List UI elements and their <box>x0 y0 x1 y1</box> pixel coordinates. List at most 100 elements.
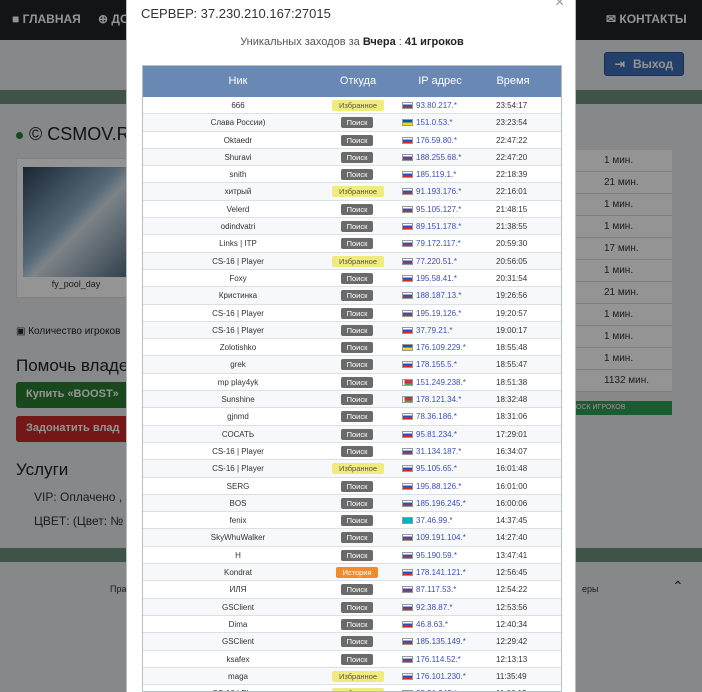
ip-text: 87.117.53.* <box>416 585 457 595</box>
country-flag-icon <box>402 465 413 473</box>
visit-time: 14:27:40 <box>496 533 528 543</box>
table-row[interactable]: gjnmd Поиск 78.36.186.* 18:31:06 <box>143 408 561 426</box>
ip-text: 77.220.51.* <box>416 256 457 266</box>
table-row[interactable]: 666 Избранное 93.80.217.* 23:54:17 <box>143 97 561 115</box>
source-badge: Поиск <box>341 272 373 284</box>
table-row[interactable]: Oktaedr Поиск 176.59.80.* 22:47:22 <box>143 132 561 149</box>
table-header: Ник Откуда IP адрес Время <box>143 66 561 97</box>
ip-text: 37.46.99.* <box>416 516 453 526</box>
table-row[interactable]: odindvatri Поиск 89.151.178.* 21:38:55 <box>143 218 561 236</box>
table-row[interactable]: Sunshine Поиск 178.121.34.* 18:32:48 <box>143 391 561 409</box>
ip-text: 95.81.234.* <box>416 429 457 439</box>
source-badge: Поиск <box>341 290 373 302</box>
column-ip[interactable]: IP адрес <box>405 75 475 87</box>
player-nick: ИЛЯ <box>229 585 247 595</box>
table-row[interactable]: ИЛЯ Поиск 87.117.53.* 12:54:22 <box>143 581 561 599</box>
player-nick: Dima <box>228 619 248 629</box>
table-row[interactable]: Kondrat История 178.141.121.* 12:56:45 <box>143 564 561 582</box>
subtitle-count: 41 игроков <box>404 36 464 48</box>
player-nick: GSClient <box>221 602 254 612</box>
source-badge: Поиск <box>341 307 373 319</box>
table-row[interactable]: Zolotishko Поиск 176.109.229.* 18:55:48 <box>143 339 561 357</box>
player-nick: SkyWhuWalker <box>210 533 266 543</box>
player-nick: Velerd <box>226 204 250 214</box>
table-row[interactable]: CS-16 | PlayerИзбранное95.51.242.*11:06:… <box>143 685 561 691</box>
column-source[interactable]: Откуда <box>333 75 383 87</box>
player-nick: CS-16 | Player <box>212 325 264 335</box>
source-badge: Избранное <box>332 100 384 111</box>
player-ip: 37.79.21.* <box>402 326 452 335</box>
player-nick: CS-16 | Player <box>212 256 264 266</box>
modal-title: СЕРВЕР: 37.230.210.167:27015 <box>141 6 331 21</box>
country-flag-icon <box>402 309 413 317</box>
source-badge: Поиск <box>341 497 373 509</box>
table-row[interactable]: Foxy Поиск 195.58.41.* 20:31:54 <box>143 270 561 288</box>
table-row[interactable]: Dima Поиск 46.8.63.* 12:40:34 <box>143 616 561 634</box>
player-ip: 31.134.187.* <box>402 447 461 456</box>
ip-text: 195.58.41.* <box>416 273 457 283</box>
country-flag-icon <box>402 638 413 646</box>
table-row[interactable]: mp play4yk Поиск 151.249.238.* 18:51:38 <box>143 374 561 392</box>
player-nick: GSClient <box>221 637 254 647</box>
player-ip: 151.249.238.* <box>402 378 466 387</box>
visit-time: 12:13:13 <box>496 654 528 664</box>
table-row[interactable]: CS-16 | Player Поиск 195.19.126.* 19:20:57 <box>143 305 561 322</box>
country-flag-icon <box>402 274 413 282</box>
table-row[interactable]: snith Поиск 185.119.1.* 22:18:39 <box>143 166 561 184</box>
player-nick: Oktaedr <box>223 135 253 145</box>
table-row[interactable]: хитрый Избранное 91.193.176.* 22:16:01 <box>143 183 561 201</box>
table-row[interactable]: grek Поиск 178.155.5.* 18:55:47 <box>143 356 561 374</box>
visit-time: 22:18:39 <box>496 170 528 180</box>
server-visitors-modal: × СЕРВЕР: 37.230.210.167:27015 Уникальны… <box>126 0 576 692</box>
table-row[interactable]: CS-16 | Player Поиск 31.134.187.* 16:34:07 <box>143 443 561 461</box>
visit-time: 19:00:17 <box>496 325 528 335</box>
visit-time: 16:01:00 <box>496 481 528 491</box>
table-row[interactable]: BOS Поиск 185.196.245.* 16:00:06 <box>143 494 561 513</box>
country-flag-icon <box>402 257 413 265</box>
table-row[interactable]: Слава России) Поиск 151.0.53.* 23:23:54 <box>143 114 561 132</box>
table-row[interactable]: GSClient Поиск 185.135.149.* 12:29:42 <box>143 633 561 651</box>
table-row[interactable]: Shuravi Поиск 188.255.68.* 22:47:20 <box>143 148 561 167</box>
table-row[interactable]: Кристинка Поиск 188.187.13.* 19:26:56 <box>143 287 561 305</box>
table-row[interactable]: maga Избранное 176.101.230.* 11:35:49 <box>143 667 561 686</box>
player-ip: 109.191.104.* <box>402 533 466 542</box>
source-badge: Поиск <box>341 117 373 129</box>
table-row[interactable]: ksafex Поиск 176.114.52.* 12:13:13 <box>143 651 561 668</box>
visit-time: 12:54:22 <box>496 585 528 595</box>
column-nick[interactable]: Ник <box>143 75 333 87</box>
player-ip: 46.8.63.* <box>402 620 448 629</box>
player-ip: 176.109.229.* <box>402 343 466 352</box>
player-nick: Shuravi <box>224 152 252 162</box>
player-ip: 185.135.149.* <box>402 637 466 646</box>
table-row[interactable]: SkyWhuWalker Поиск 109.191.104.* 14:27:40 <box>143 529 561 547</box>
table-row[interactable]: СОСАТЬ Поиск 95.81.234.* 17:29:01 <box>143 425 561 443</box>
source-badge: Поиск <box>341 169 373 181</box>
source-badge: Избранное <box>332 463 384 475</box>
table-row[interactable]: Links | ITP Поиск 79.172.117.* 20:59:30 <box>143 235 561 253</box>
country-flag-icon <box>402 603 413 611</box>
table-row[interactable]: H Поиск 95.190.59.* 13:47:41 <box>143 547 561 565</box>
player-nick: maga <box>227 671 248 681</box>
close-icon[interactable]: × <box>555 0 564 12</box>
ip-text: 185.196.245.* <box>416 498 466 508</box>
column-time[interactable]: Время <box>488 75 538 87</box>
table-row[interactable]: SERG Поиск 195.88.126.* 16:01:00 <box>143 478 561 495</box>
table-row[interactable]: fenix Поиск 37.46.99.* 14:37:45 <box>143 512 561 530</box>
table-row[interactable]: CS-16 | Player Избранное 77.220.51.* 20:56:… <box>143 252 561 270</box>
visit-time: 13:47:41 <box>496 550 528 560</box>
ip-text: 185.135.149.* <box>416 637 466 647</box>
visit-time: 22:47:22 <box>496 135 528 145</box>
table-row[interactable]: GSClient Поиск 92.38.87.* 12:53:56 <box>143 598 561 616</box>
country-flag-icon <box>402 153 413 161</box>
table-row[interactable]: Velerd Поиск 95.105.127.* 21:48:15 <box>143 201 561 219</box>
source-badge: Поиск <box>341 203 373 215</box>
country-flag-icon <box>402 119 413 127</box>
ip-text: 176.114.52.* <box>416 654 461 664</box>
player-ip: 37.46.99.* <box>402 516 452 525</box>
visit-time: 12:40:34 <box>496 619 528 629</box>
ip-text: 93.80.217.* <box>416 101 457 110</box>
visit-time: 12:56:45 <box>496 568 528 578</box>
table-row[interactable]: CS-16 | Player Избранное 95.105.65.* 16:01:… <box>143 460 561 478</box>
ip-text: 151.249.238.* <box>416 377 466 387</box>
table-row[interactable]: CS-16 | Player Поиск 37.79.21.* 19:00:17 <box>143 321 561 340</box>
